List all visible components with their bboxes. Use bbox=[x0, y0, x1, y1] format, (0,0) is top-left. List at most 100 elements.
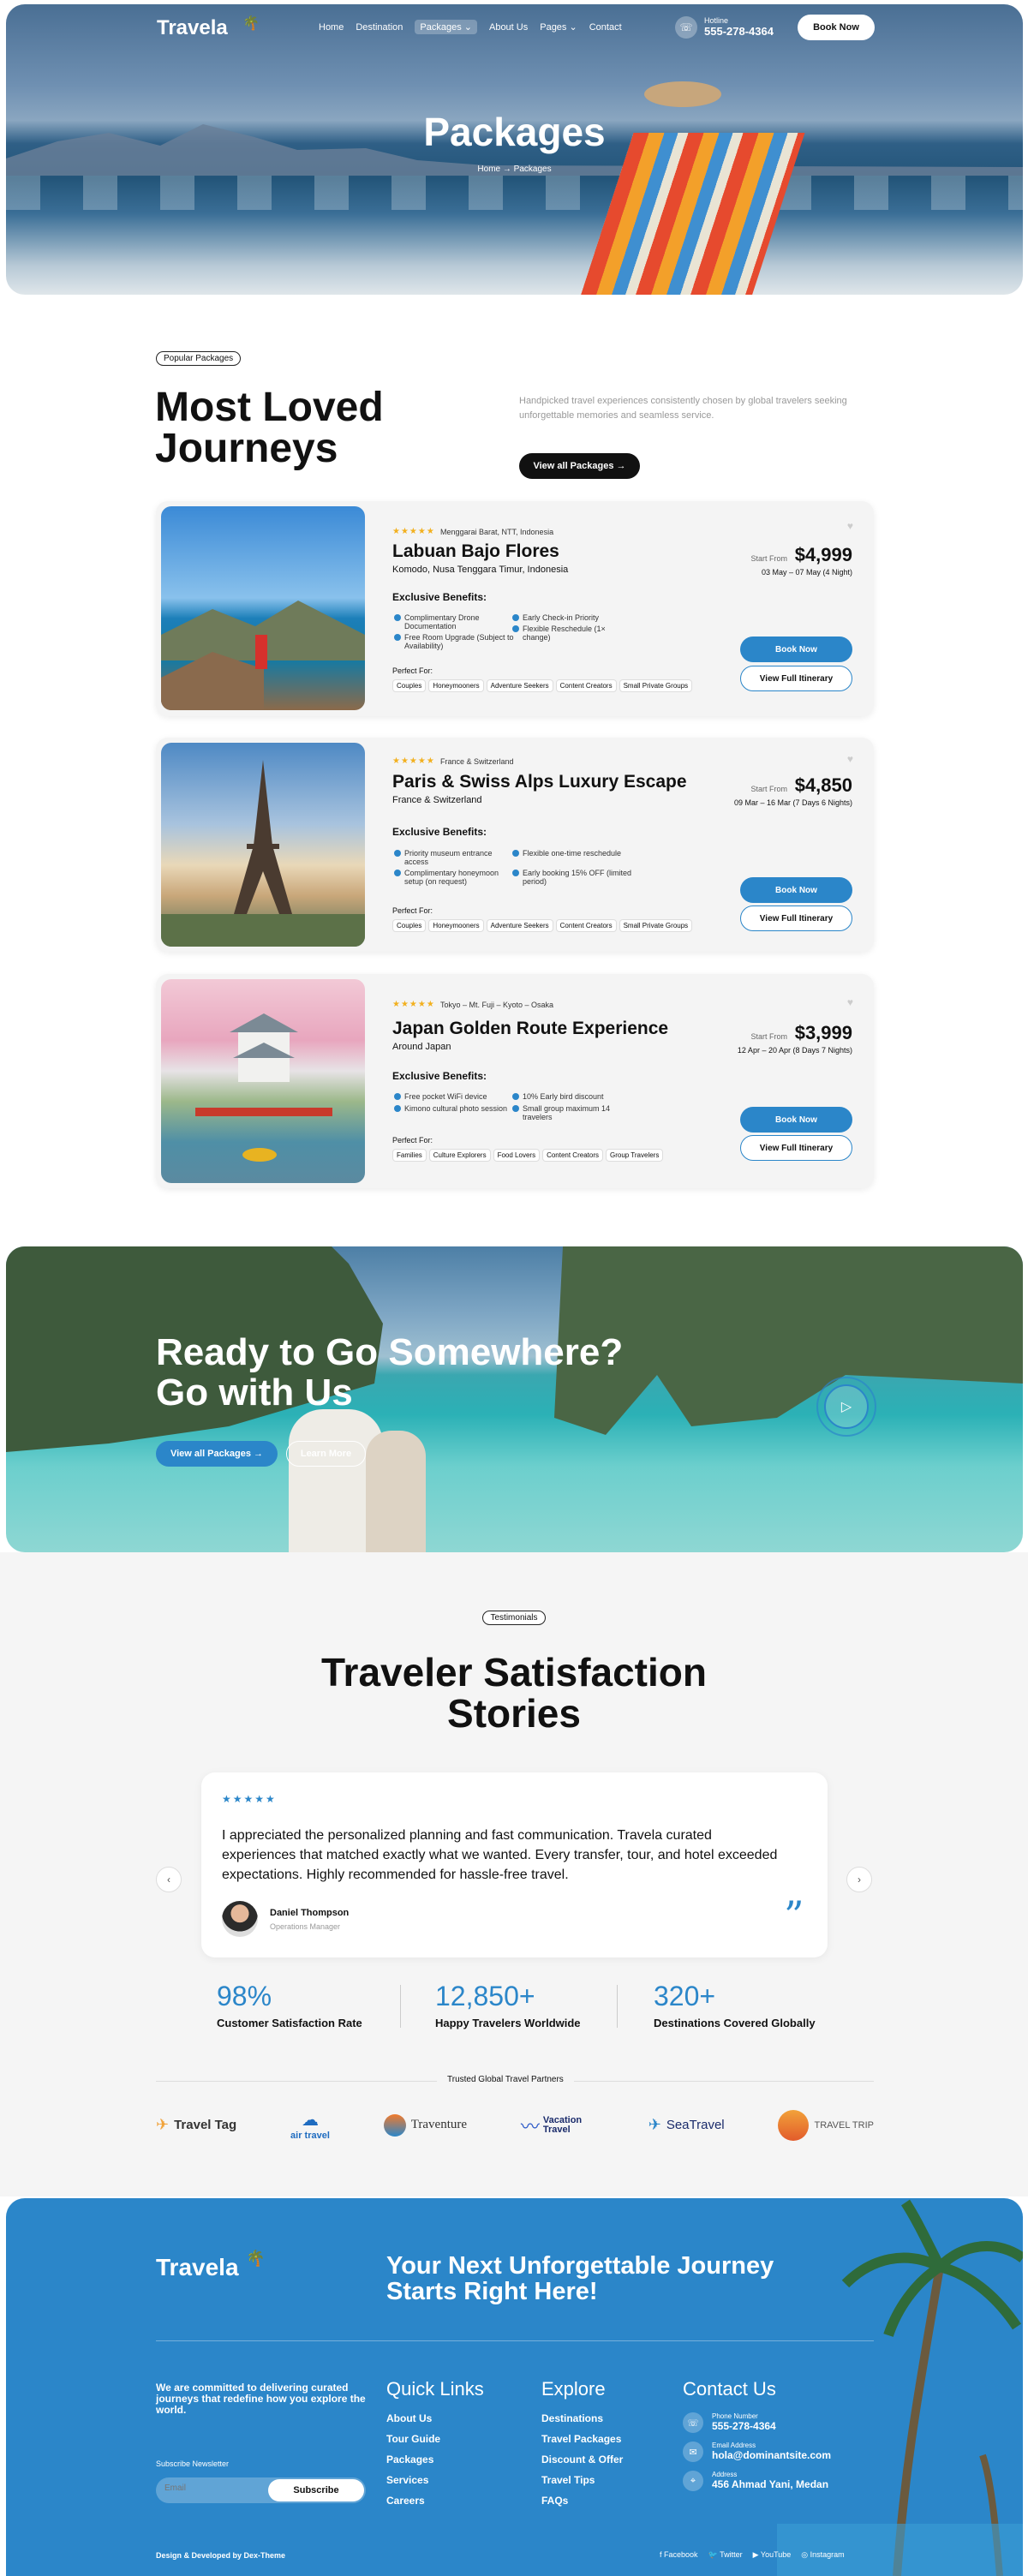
package-price: $4,850 bbox=[794, 774, 852, 796]
footer-about: We are committed to delivering curated j… bbox=[156, 2382, 366, 2416]
learn-more-button[interactable]: Learn More bbox=[286, 1441, 366, 1467]
footer-link[interactable]: Destinations bbox=[541, 2412, 623, 2424]
newsletter-form: Subscribe bbox=[156, 2477, 366, 2503]
heart-icon[interactable]: ♥ bbox=[847, 996, 853, 1008]
author-name: Daniel Thompson bbox=[270, 1908, 350, 1918]
instagram-link[interactable]: ◎ Instagram bbox=[801, 2550, 844, 2560]
package-title[interactable]: Labuan Bajo Flores bbox=[392, 541, 559, 562]
breadcrumb-current: Packages bbox=[513, 164, 552, 174]
cta-view-packages-button[interactable]: View all Packages → bbox=[156, 1441, 278, 1467]
phone-icon: ☏ bbox=[683, 2412, 703, 2433]
rating-stars: ★★★★★ bbox=[392, 527, 435, 536]
package-subtitle: France & Switzerland bbox=[392, 795, 482, 805]
start-from-label: Start From bbox=[750, 1032, 787, 1041]
contact-column: Contact Us ☏ Phone Number 555-278-4364 ✉… bbox=[683, 2378, 831, 2500]
view-itinerary-button[interactable]: View Full Itinerary bbox=[740, 905, 852, 931]
nav-about[interactable]: About Us bbox=[489, 22, 528, 33]
hero-banner: Travela 🌴 Home Destination Packages ⌄ Ab… bbox=[6, 4, 1023, 295]
explore-column: Explore Destinations Travel Packages Dis… bbox=[541, 2378, 623, 2515]
tag: Adventure Seekers bbox=[486, 919, 553, 932]
youtube-link[interactable]: ▶ YouTube bbox=[753, 2550, 792, 2560]
footer-link[interactable]: Travel Tips bbox=[541, 2474, 623, 2486]
cta-title: Ready to Go Somewhere? Go with Us bbox=[156, 1331, 624, 1414]
sun-mountain-icon bbox=[383, 2113, 406, 2137]
tag: Families bbox=[392, 1149, 427, 1162]
tag-list: Families Culture Explorers Food Lovers Cont… bbox=[392, 1146, 666, 1162]
package-location: Tokyo – Mt. Fuji – Kyoto – Osaka bbox=[440, 1001, 554, 1009]
twitter-icon: 🐦 bbox=[708, 2550, 718, 2559]
facebook-link[interactable]: f Facebook bbox=[660, 2550, 698, 2560]
footer-logo[interactable]: Travela bbox=[156, 2254, 239, 2281]
view-all-packages-button[interactable]: View all Packages → bbox=[519, 453, 640, 479]
package-dates: 03 May – 07 May (4 Night) bbox=[761, 568, 852, 577]
partner-logo: ☁ air travel bbox=[290, 2111, 330, 2141]
footer: Travela 🌴 Your Next Unforgettable Journe… bbox=[6, 2198, 1023, 2576]
social-links: f Facebook 🐦 Twitter ▶ YouTube ◎ Instagr… bbox=[660, 2550, 845, 2560]
twitter-link[interactable]: 🐦 Twitter bbox=[708, 2550, 743, 2560]
footer-link[interactable]: Discount & Offer bbox=[541, 2453, 623, 2465]
hotline-number[interactable]: 555-278-4364 bbox=[704, 25, 774, 38]
next-arrow-icon[interactable]: › bbox=[846, 1867, 872, 1892]
tag: Small Private Groups bbox=[619, 919, 693, 932]
logo[interactable]: Travela bbox=[157, 16, 228, 40]
package-price: $4,999 bbox=[794, 544, 852, 565]
package-title[interactable]: Japan Golden Route Experience bbox=[392, 1019, 668, 1039]
perfect-for-label: Perfect For: bbox=[392, 666, 433, 675]
benefit-item: Complimentary Drone Documentation bbox=[394, 613, 516, 631]
testimonial-stars: ★★★★★ bbox=[222, 1793, 277, 1805]
footer-link[interactable]: Services bbox=[386, 2474, 484, 2486]
contact-phone[interactable]: ☏ Phone Number 555-278-4364 bbox=[683, 2412, 831, 2442]
hero-waves bbox=[6, 176, 1023, 210]
view-itinerary-button[interactable]: View Full Itinerary bbox=[740, 666, 852, 691]
footer-divider bbox=[156, 2340, 874, 2341]
benefit-item: 10% Early bird discount bbox=[512, 1092, 634, 1101]
book-now-button[interactable]: Book Now bbox=[798, 15, 875, 40]
breadcrumb-home[interactable]: Home bbox=[477, 164, 500, 174]
package-photo bbox=[161, 979, 365, 1183]
subscribe-button[interactable]: Subscribe bbox=[268, 2479, 364, 2501]
arrow-right-icon: → bbox=[616, 461, 626, 471]
contact-email[interactable]: ✉ Email Address hola@dominantsite.com bbox=[683, 2442, 831, 2471]
heart-icon[interactable]: ♥ bbox=[847, 520, 853, 532]
book-now-button[interactable]: Book Now bbox=[740, 877, 852, 903]
book-now-button[interactable]: Book Now bbox=[740, 637, 852, 662]
benefit-item: Free pocket WiFi device bbox=[394, 1092, 516, 1101]
benefits-label: Exclusive Benefits: bbox=[392, 826, 487, 838]
section-description: Handpicked travel experiences consistent… bbox=[519, 396, 847, 421]
nav-home[interactable]: Home bbox=[319, 22, 344, 33]
nav-packages[interactable]: Packages ⌄ bbox=[415, 20, 477, 34]
tag: Food Lovers bbox=[493, 1149, 541, 1162]
nav-pages[interactable]: Pages ⌄ bbox=[540, 21, 577, 33]
photo-japanese-castle bbox=[195, 1013, 332, 1162]
mail-icon: ✉ bbox=[683, 2442, 703, 2462]
package-title[interactable]: Paris & Swiss Alps Luxury Escape bbox=[392, 772, 687, 792]
photo-island bbox=[161, 601, 365, 710]
tag: Content Creators bbox=[542, 1149, 603, 1162]
start-from-label: Start From bbox=[750, 785, 787, 793]
tag: Couples bbox=[392, 679, 427, 692]
book-now-button[interactable]: Book Now bbox=[740, 1107, 852, 1133]
footer-link[interactable]: FAQs bbox=[541, 2495, 623, 2507]
palm-logo-icon: 🌴 bbox=[246, 2250, 266, 2267]
prev-arrow-icon[interactable]: ‹ bbox=[156, 1867, 182, 1892]
nav-destination[interactable]: Destination bbox=[356, 22, 403, 33]
nav-contact[interactable]: Contact bbox=[589, 22, 622, 33]
view-itinerary-button[interactable]: View Full Itinerary bbox=[740, 1135, 852, 1161]
testimonials-badge: Testimonials bbox=[482, 1611, 546, 1625]
hotline-label: Hotline bbox=[704, 16, 729, 25]
footer-link[interactable]: Packages bbox=[386, 2453, 484, 2465]
testimonials-badge-wrap: Testimonials bbox=[0, 1609, 1028, 1625]
package-card: ★★★★★ Menggarai Barat, NTT, Indonesia La… bbox=[156, 501, 874, 716]
heart-icon[interactable]: ♥ bbox=[847, 753, 853, 765]
globe-icon bbox=[778, 2109, 810, 2141]
package-subtitle: Around Japan bbox=[392, 1042, 451, 1052]
email-input[interactable] bbox=[164, 2483, 267, 2493]
perfect-for-label: Perfect For: bbox=[392, 906, 433, 915]
play-video-button[interactable]: ▷ bbox=[816, 1377, 876, 1437]
section-title: Most Loved Journeys bbox=[155, 385, 384, 471]
footer-link[interactable]: Tour Guide bbox=[386, 2433, 484, 2445]
footer-link[interactable]: Careers bbox=[386, 2495, 484, 2507]
footer-link[interactable]: About Us bbox=[386, 2412, 484, 2424]
footer-link[interactable]: Travel Packages bbox=[541, 2433, 623, 2445]
benefit-item: Flexible Reschedule (1× change) bbox=[512, 625, 634, 642]
